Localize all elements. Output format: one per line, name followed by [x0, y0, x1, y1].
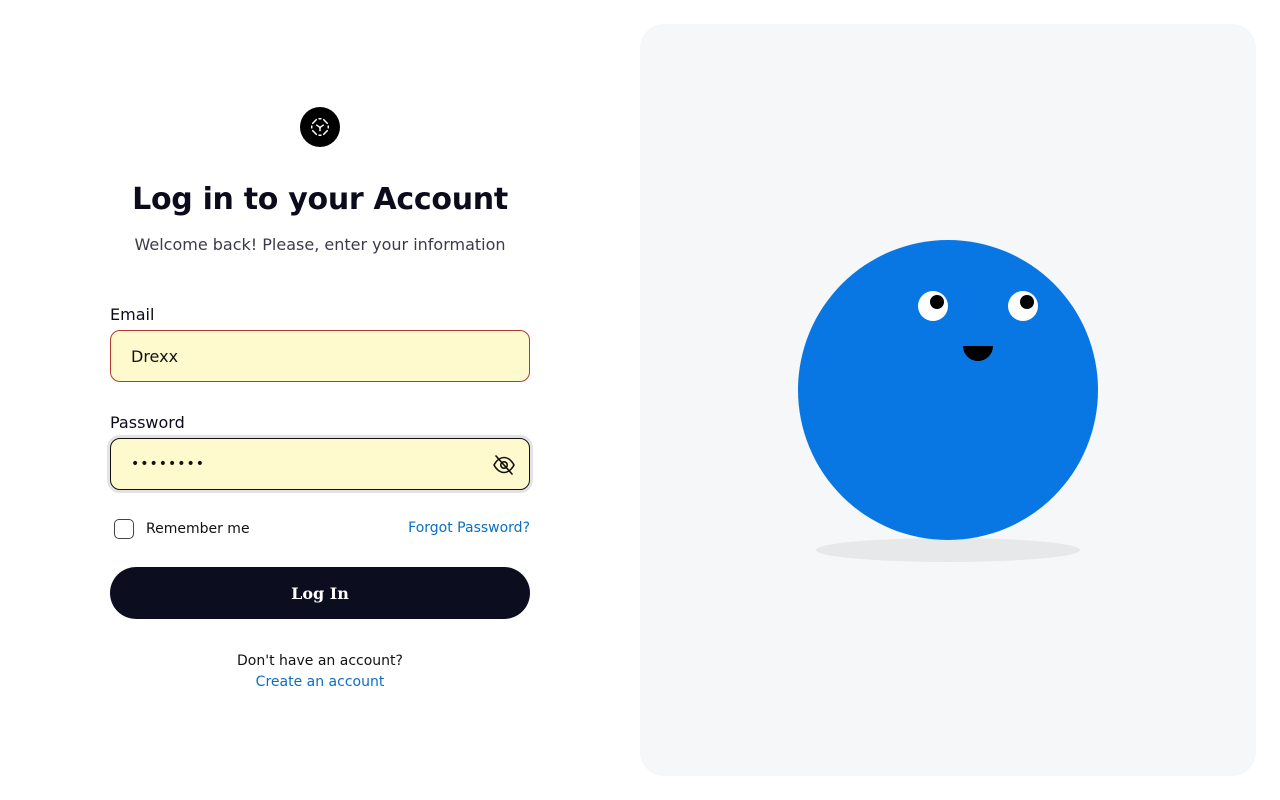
mascot-left-pupil: [930, 295, 944, 309]
page-subtitle: Welcome back! Please, enter your informa…: [134, 235, 506, 254]
forgot-password-link[interactable]: Forgot Password?: [408, 520, 530, 536]
remember-me-label: Remember me: [146, 521, 250, 537]
password-field[interactable]: [111, 439, 529, 489]
create-account-link[interactable]: Create an account: [110, 674, 530, 690]
mascot-shadow: [816, 538, 1080, 562]
no-account-text: Don't have an account?: [237, 653, 403, 669]
login-panel: Log in to your Account Welcome back! Ple…: [0, 0, 640, 800]
remember-me: Remember me: [114, 519, 250, 539]
mascot-right-eye: [1008, 291, 1038, 321]
password-visibility-toggle[interactable]: [491, 452, 517, 478]
page-title: Log in to your Account: [132, 182, 508, 217]
mascot-right-pupil: [1020, 295, 1034, 309]
email-label: Email: [110, 305, 155, 324]
email-field-container: [110, 330, 530, 382]
eye-off-icon: [493, 455, 515, 475]
logo: [300, 107, 340, 147]
mascot-mouth: [963, 346, 993, 361]
scan-face-icon: [311, 118, 329, 136]
password-field-container: [110, 438, 530, 490]
illustration-panel: [640, 24, 1256, 776]
password-label: Password: [110, 413, 185, 432]
login-button[interactable]: Log In: [110, 567, 530, 619]
mascot-ball: [798, 240, 1098, 540]
email-field[interactable]: [111, 331, 529, 381]
mascot-left-eye: [918, 291, 948, 321]
remember-me-checkbox[interactable]: [114, 519, 134, 539]
